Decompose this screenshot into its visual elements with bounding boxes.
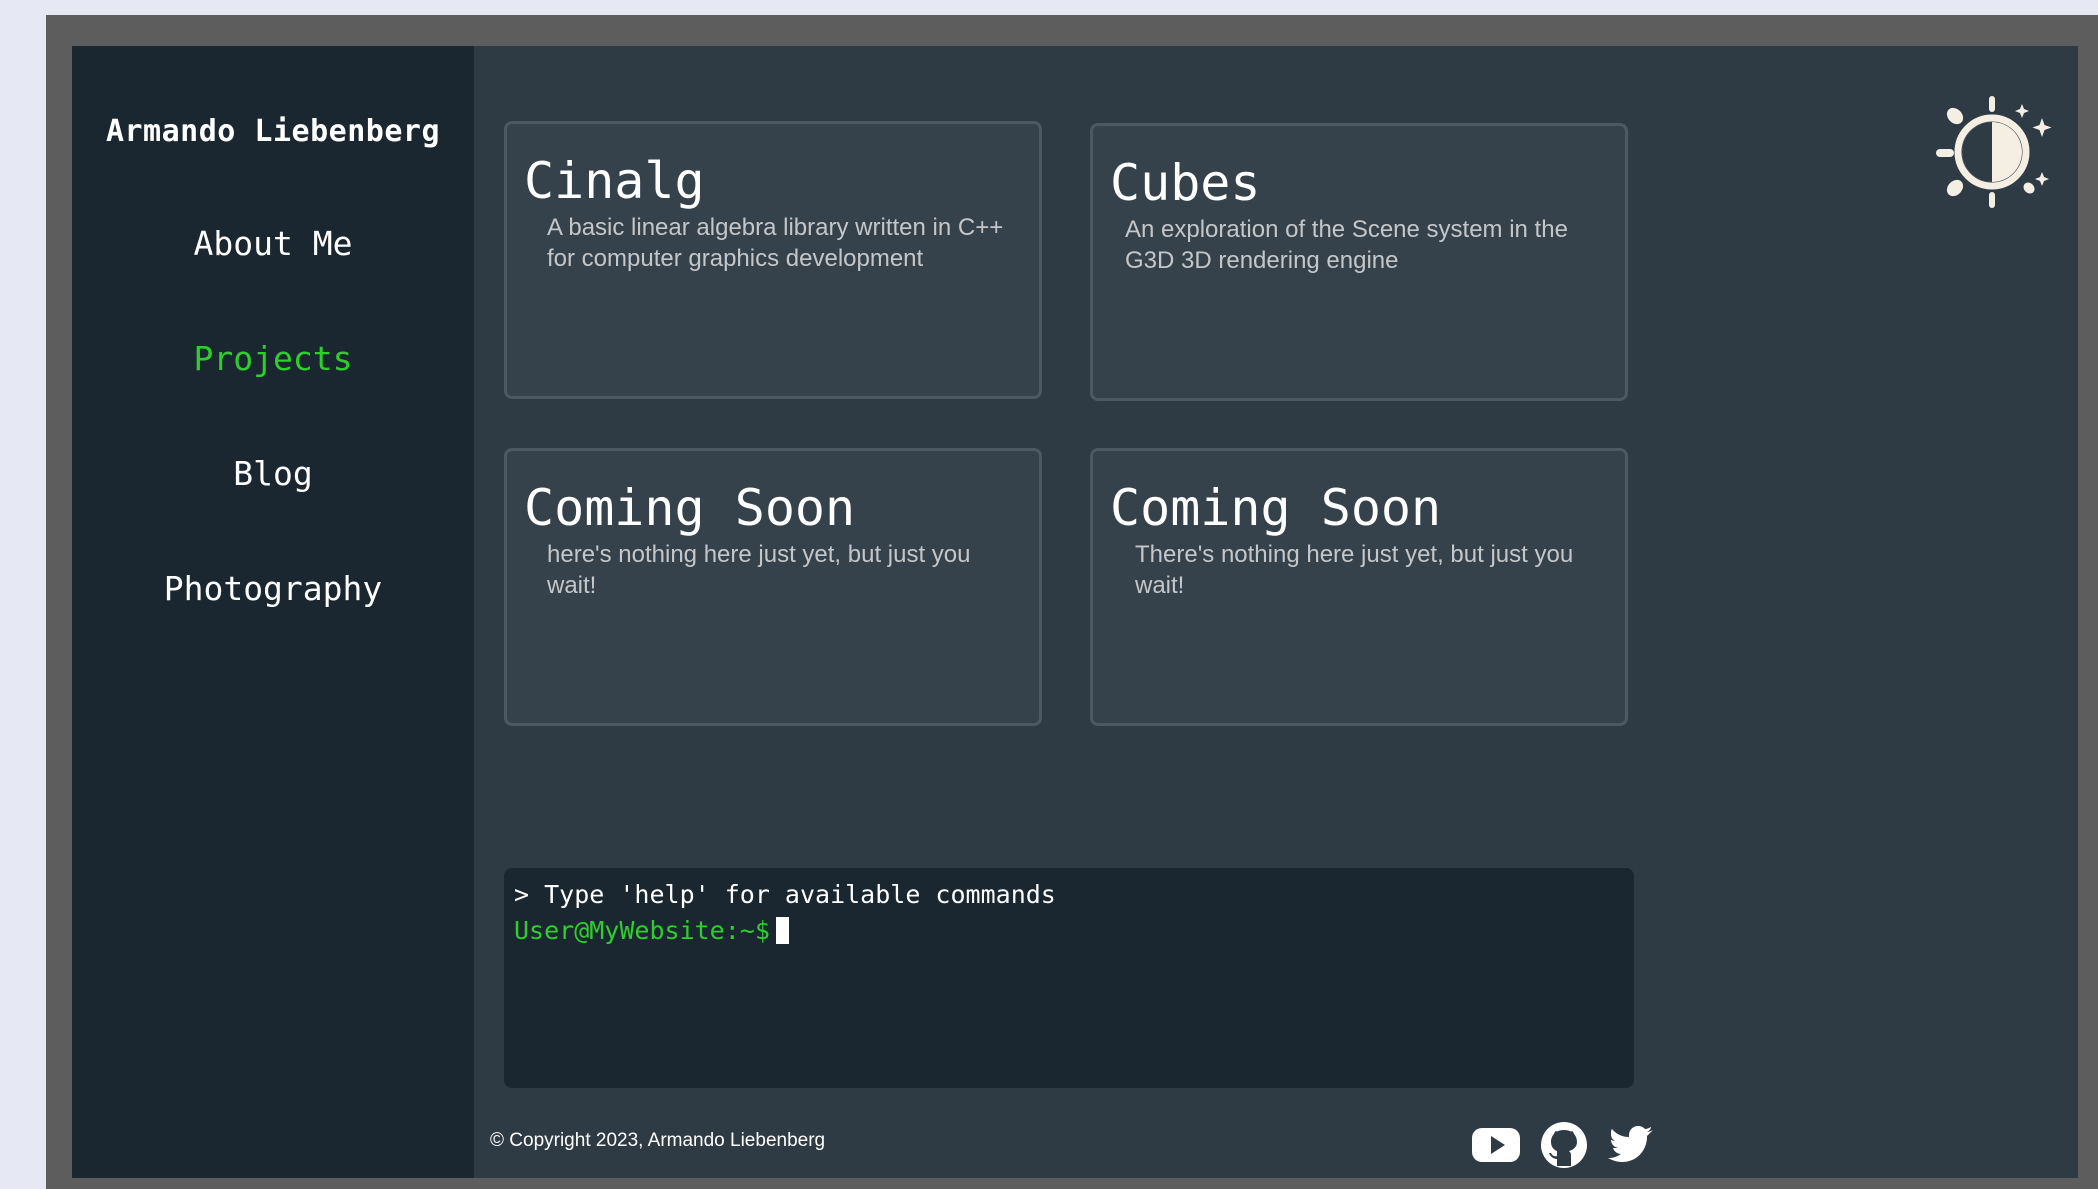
project-title: Coming Soon bbox=[1110, 479, 1442, 537]
project-description: A basic linear algebra library written i… bbox=[547, 214, 1004, 272]
terminal-prompt: User@MyWebsite:~$ bbox=[514, 916, 770, 945]
project-description: There's nothing here just yet, but just … bbox=[1135, 541, 1574, 599]
site-title[interactable]: Armando Liebenberg bbox=[72, 114, 474, 149]
youtube-icon bbox=[1472, 1128, 1520, 1162]
terminal-input-line[interactable]: User@MyWebsite:~$ bbox=[514, 916, 789, 945]
youtube-link[interactable] bbox=[1470, 1120, 1522, 1170]
nav-photography[interactable]: Photography bbox=[72, 569, 474, 608]
github-icon bbox=[1541, 1122, 1587, 1168]
nav-projects[interactable]: Projects bbox=[72, 339, 474, 378]
project-title: Cinalg bbox=[524, 152, 705, 210]
project-description: here's nothing here just yet, but just y… bbox=[547, 541, 971, 599]
project-title: Cubes bbox=[1110, 154, 1261, 212]
github-link[interactable] bbox=[1538, 1120, 1590, 1170]
project-card-coming-soon-2[interactable]: Coming Soon There's nothing here just ye… bbox=[1090, 448, 1628, 726]
project-card-cinalg[interactable]: Cinalg A basic linear algebra library wr… bbox=[504, 121, 1042, 399]
project-title: Coming Soon bbox=[524, 479, 856, 537]
sun-moon-icon bbox=[1936, 96, 2052, 208]
project-description: An exploration of the Scene system in th… bbox=[1125, 216, 1568, 274]
project-card-cubes[interactable]: Cubes An exploration of the Scene system… bbox=[1090, 123, 1628, 401]
terminal-hint: > Type 'help' for available commands bbox=[514, 880, 1056, 909]
twitter-link[interactable] bbox=[1604, 1120, 1656, 1170]
twitter-icon bbox=[1608, 1126, 1653, 1162]
copyright-text: © Copyright 2023, Armando Liebenberg bbox=[490, 1130, 826, 1151]
terminal-cursor bbox=[775, 917, 789, 944]
sidebar: Armando Liebenberg About Me Projects Blo… bbox=[72, 46, 474, 1178]
theme-toggle-button[interactable] bbox=[1922, 82, 2062, 222]
nav-blog[interactable]: Blog bbox=[72, 454, 474, 493]
terminal[interactable]: > Type 'help' for available commands Use… bbox=[504, 868, 1634, 1088]
project-card-coming-soon-1[interactable]: Coming Soon here's nothing here just yet… bbox=[504, 448, 1042, 726]
nav-about-me[interactable]: About Me bbox=[72, 224, 474, 263]
main-content: Cinalg A basic linear algebra library wr… bbox=[474, 46, 2078, 1178]
